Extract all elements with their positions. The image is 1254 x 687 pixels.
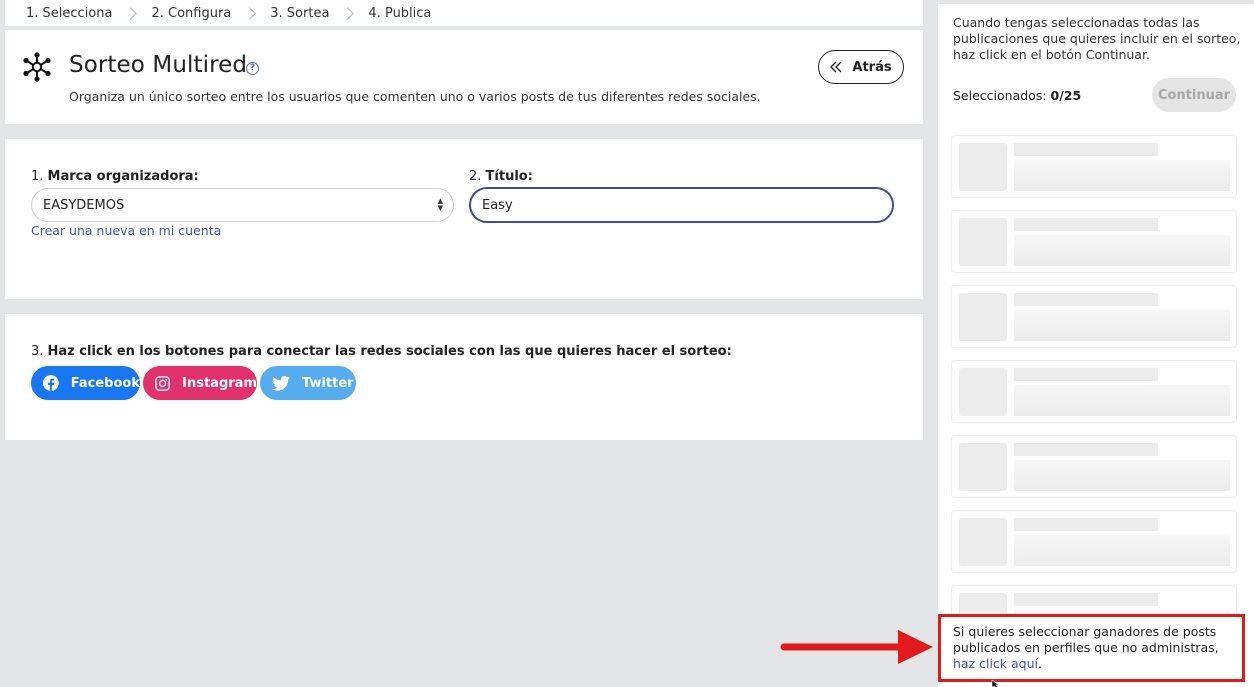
steps-breadcrumb: 1. Selecciona 2. Configura 3. Sortea 4. …: [5, 0, 923, 26]
chevron-right-icon: [243, 6, 257, 20]
click-here-link[interactable]: haz click aquí: [953, 656, 1038, 671]
brand-select-value: EASYDEMOS: [43, 197, 125, 213]
page-title: Sorteo Multired: [69, 52, 248, 78]
post-placeholder: [951, 510, 1237, 573]
back-button-label: Atrás: [852, 59, 892, 75]
instagram-button[interactable]: Instagram: [143, 366, 257, 400]
double-chevron-left-icon: [830, 61, 842, 73]
social-label: 3. Haz click en los botones para conecta…: [31, 344, 732, 359]
chevron-right-icon: [124, 6, 138, 20]
red-arrow-icon: [780, 630, 933, 664]
create-brand-link[interactable]: Crear una nueva en mi cuenta: [31, 223, 221, 238]
form-card: 1. Marca organizadora: EASYDEMOS ▲ ▼ 2. T…: [5, 139, 923, 299]
brand-select[interactable]: EASYDEMOS ▲ ▼: [31, 188, 454, 222]
header-card: Sorteo Multired ? Organiza un único sort…: [5, 30, 923, 124]
selected-count: 0/25: [1050, 88, 1082, 103]
facebook-button-label: Facebook: [70, 375, 140, 391]
network-icon: [23, 52, 51, 82]
chevron-right-icon: [341, 6, 355, 20]
title-input[interactable]: [469, 187, 894, 223]
sidebar-instructions: Cuando tengas seleccionadas todas las pu…: [953, 15, 1241, 62]
step-sortea[interactable]: 3. Sortea: [270, 6, 329, 21]
twitter-button-label: Twitter: [302, 375, 354, 391]
selected-counter: Seleccionados: 0/25: [953, 88, 1082, 103]
title-label: 2. Título:: [469, 169, 533, 184]
page-subtitle: Organiza un único sorteo entre los usuar…: [69, 89, 761, 104]
continue-button[interactable]: Continuar: [1152, 78, 1236, 112]
post-placeholder: [951, 285, 1237, 348]
facebook-icon: [43, 375, 59, 391]
brand-label: 1. Marca organizadora:: [31, 169, 199, 184]
other-profiles-note: Si quieres seleccionar ganadores de post…: [938, 614, 1245, 682]
post-placeholder: [951, 135, 1237, 198]
instagram-icon: [155, 375, 170, 391]
selection-sidebar: Cuando tengas seleccionadas todas las pu…: [938, 4, 1254, 687]
facebook-button[interactable]: Facebook: [31, 366, 140, 400]
post-placeholder: [951, 360, 1237, 423]
instagram-button-label: Instagram: [182, 375, 257, 391]
back-button[interactable]: Atrás: [818, 50, 904, 84]
social-card: 3. Haz click en los botones para conecta…: [5, 314, 923, 440]
post-placeholder: [951, 435, 1237, 498]
help-icon[interactable]: ?: [246, 62, 259, 75]
select-arrows-icon: ▲ ▼: [437, 197, 443, 212]
post-placeholder: [951, 210, 1237, 273]
note-text: Si quieres seleccionar ganadores de post…: [953, 624, 1219, 655]
twitter-button[interactable]: Twitter: [260, 366, 356, 400]
twitter-icon: [272, 375, 290, 391]
step-configura[interactable]: 2. Configura: [151, 6, 231, 21]
step-selecciona[interactable]: 1. Selecciona: [26, 6, 112, 21]
step-publica[interactable]: 4. Publica: [368, 6, 431, 21]
mouse-cursor-icon: [991, 680, 1000, 687]
